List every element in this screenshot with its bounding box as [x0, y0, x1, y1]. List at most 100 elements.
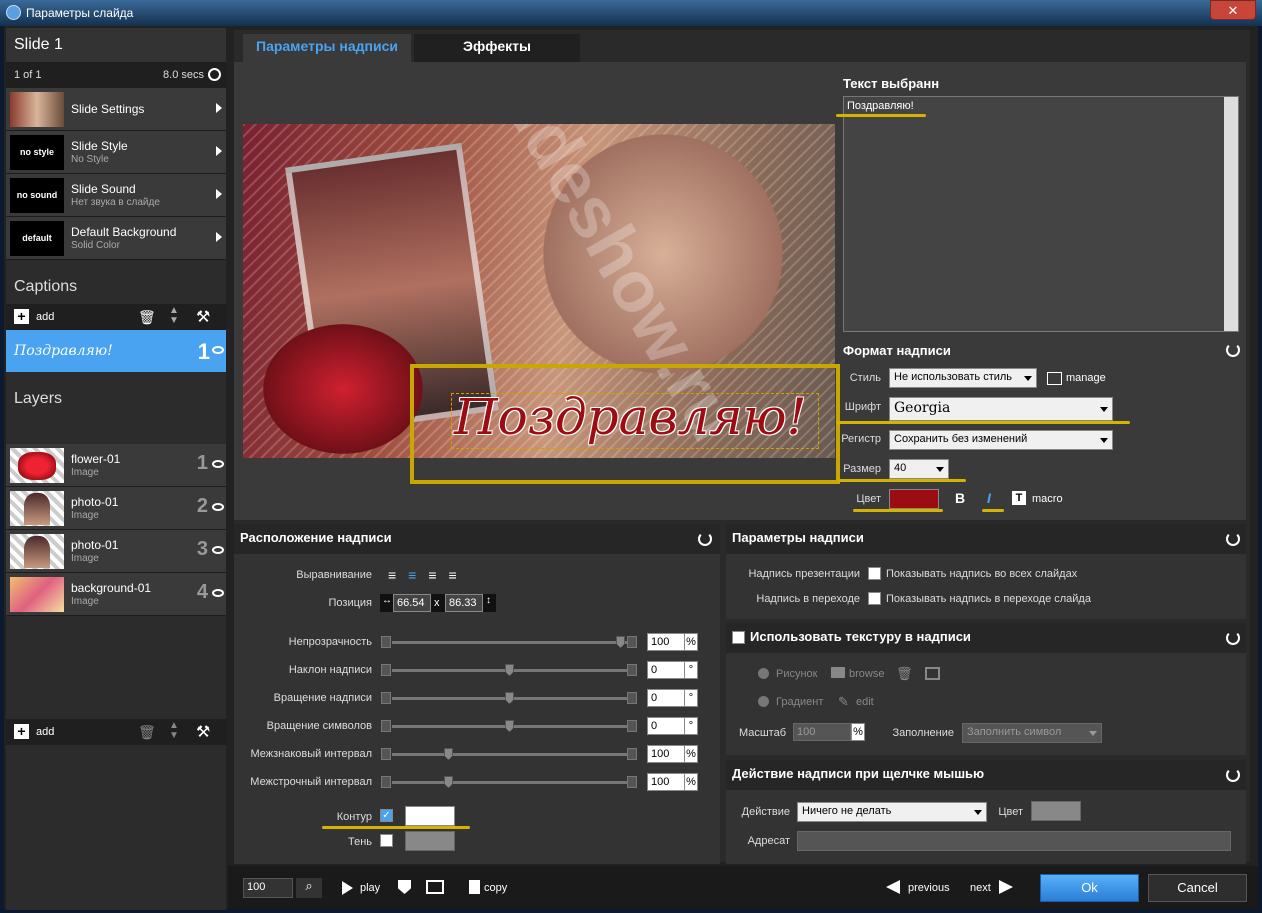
slider-increment-button[interactable]	[627, 776, 637, 788]
slider-track[interactable]	[392, 664, 628, 676]
caption-item[interactable]: Поздравляю! 1	[6, 330, 226, 372]
outline-color-swatch[interactable]	[405, 806, 455, 826]
sidebar-item-slide-sound[interactable]: no sound Slide Sound Нет звука в слайде	[6, 174, 226, 217]
play-button[interactable]: play	[360, 882, 380, 894]
outline-checkbox[interactable]: ✓	[380, 809, 393, 822]
reset-icon[interactable]	[1226, 768, 1240, 782]
slider-decrement-button[interactable]	[381, 776, 391, 788]
fill-select[interactable]: Заполнить символ	[962, 723, 1102, 743]
layer-item[interactable]: photo-01 Image 2	[6, 487, 226, 530]
color-swatch[interactable]	[889, 489, 939, 509]
trash-icon[interactable]: 🗑	[138, 724, 156, 741]
slider-decrement-button[interactable]	[381, 692, 391, 704]
sidebar-item-slide-settings[interactable]: Slide Settings	[6, 88, 226, 131]
tools-icon[interactable]: ⚒	[196, 307, 210, 327]
size-select[interactable]: 40	[889, 459, 949, 479]
add-layer-button[interactable]: add	[36, 726, 54, 738]
slider-value-input[interactable]: 100	[647, 745, 685, 763]
slider-decrement-button[interactable]	[381, 748, 391, 760]
layer-item[interactable]: background-01 Image 4	[6, 573, 226, 616]
slider-decrement-button[interactable]	[381, 720, 391, 732]
slider-increment-button[interactable]	[627, 636, 637, 648]
slider-increment-button[interactable]	[627, 692, 637, 704]
show-all-slides-checkbox[interactable]	[868, 567, 881, 580]
slider-value-input[interactable]: 0	[647, 717, 685, 735]
macro-button[interactable]: macro	[1032, 493, 1063, 505]
clipboard-icon[interactable]	[469, 880, 480, 894]
reset-icon[interactable]	[1226, 532, 1240, 546]
window-icon[interactable]	[426, 880, 444, 894]
gradient-radio[interactable]	[758, 696, 769, 707]
reset-icon[interactable]	[698, 532, 712, 546]
position-x-input[interactable]: 66.54	[393, 594, 431, 612]
shadow-checkbox[interactable]	[380, 834, 393, 847]
eye-icon[interactable]	[212, 589, 224, 597]
zoom-input[interactable]: 100	[243, 878, 293, 898]
position-y-input[interactable]: 86.33	[445, 594, 483, 612]
tools-icon[interactable]: ⚒	[196, 722, 210, 742]
shadow-color-swatch[interactable]	[405, 831, 455, 851]
eye-icon[interactable]	[212, 346, 224, 354]
eye-icon[interactable]	[212, 460, 224, 468]
ok-button[interactable]: Ok	[1040, 874, 1139, 902]
show-transition-checkbox[interactable]	[868, 592, 881, 605]
tab-effects[interactable]: Эффекты	[414, 34, 580, 64]
texture-checkbox[interactable]	[732, 631, 745, 644]
bold-button[interactable]: B	[955, 490, 965, 506]
font-select[interactable]: Georgia	[889, 397, 1113, 421]
edit-button[interactable]: edit	[856, 696, 874, 708]
previous-button[interactable]: previous	[908, 882, 950, 894]
sidebar-item-default-background[interactable]: default Default Background Solid Color	[6, 217, 226, 260]
case-select[interactable]: Сохранить без изменений	[889, 430, 1113, 450]
manage-icon[interactable]	[1047, 372, 1062, 385]
trash-icon[interactable]: 🗑	[896, 666, 913, 682]
caption-textarea[interactable]: Поздравляю!	[843, 96, 1239, 332]
slider-increment-button[interactable]	[627, 748, 637, 760]
reset-icon[interactable]	[1226, 631, 1240, 645]
export-icon[interactable]	[925, 667, 940, 680]
slider-value-input[interactable]: 100	[647, 773, 685, 791]
next-button[interactable]: next	[970, 882, 991, 894]
cancel-button[interactable]: Cancel	[1148, 874, 1247, 902]
slider-track[interactable]	[392, 636, 628, 648]
layer-item[interactable]: flower-01 Image 1	[6, 444, 226, 487]
align-buttons[interactable]: ≡≡≡≡	[388, 567, 469, 583]
slider-value-input[interactable]: 100	[647, 633, 685, 651]
style-select[interactable]: Не использовать стиль	[889, 368, 1037, 388]
address-input[interactable]	[797, 831, 1231, 851]
slider-track[interactable]	[392, 748, 628, 760]
slider-value-input[interactable]: 0	[647, 689, 685, 707]
reset-icon[interactable]	[1226, 343, 1240, 357]
add-icon[interactable]: +	[14, 724, 29, 739]
close-window-button[interactable]: ✕	[1210, 0, 1256, 20]
browse-button[interactable]: browse	[849, 668, 884, 680]
slider-track[interactable]	[392, 692, 628, 704]
trash-icon[interactable]: 🗑	[138, 309, 156, 326]
magnify-icon[interactable]: ⌕	[296, 878, 322, 898]
slider-increment-button[interactable]	[627, 664, 637, 676]
layer-item[interactable]: photo-01 Image 3	[6, 530, 226, 573]
slider-value-input[interactable]: 0	[647, 661, 685, 679]
scale-input[interactable]: 100	[793, 723, 851, 741]
manage-button[interactable]: manage	[1066, 372, 1106, 384]
slider-track[interactable]	[392, 776, 628, 788]
italic-button[interactable]: I	[987, 490, 991, 506]
copy-button[interactable]: copy	[484, 882, 507, 894]
sort-icon[interactable]: ▲ ▼	[169, 306, 179, 326]
add-icon[interactable]: +	[14, 309, 29, 324]
eye-icon[interactable]	[212, 503, 224, 511]
tab-caption-params[interactable]: Параметры надписи	[243, 34, 411, 64]
action-color-swatch[interactable]	[1031, 801, 1081, 821]
slider-increment-button[interactable]	[627, 720, 637, 732]
next-icon[interactable]	[999, 880, 1013, 894]
add-caption-button[interactable]: add	[36, 311, 54, 323]
slider-decrement-button[interactable]	[381, 664, 391, 676]
sidebar-item-slide-style[interactable]: no style Slide Style No Style	[6, 131, 226, 174]
scrollbar[interactable]	[1224, 97, 1238, 331]
slider-track[interactable]	[392, 720, 628, 732]
clock-icon[interactable]	[208, 68, 221, 81]
sort-icon[interactable]: ▲ ▼	[169, 721, 179, 741]
slider-decrement-button[interactable]	[381, 636, 391, 648]
action-select[interactable]: Ничего не делать	[797, 802, 987, 822]
previous-icon[interactable]	[886, 880, 900, 894]
